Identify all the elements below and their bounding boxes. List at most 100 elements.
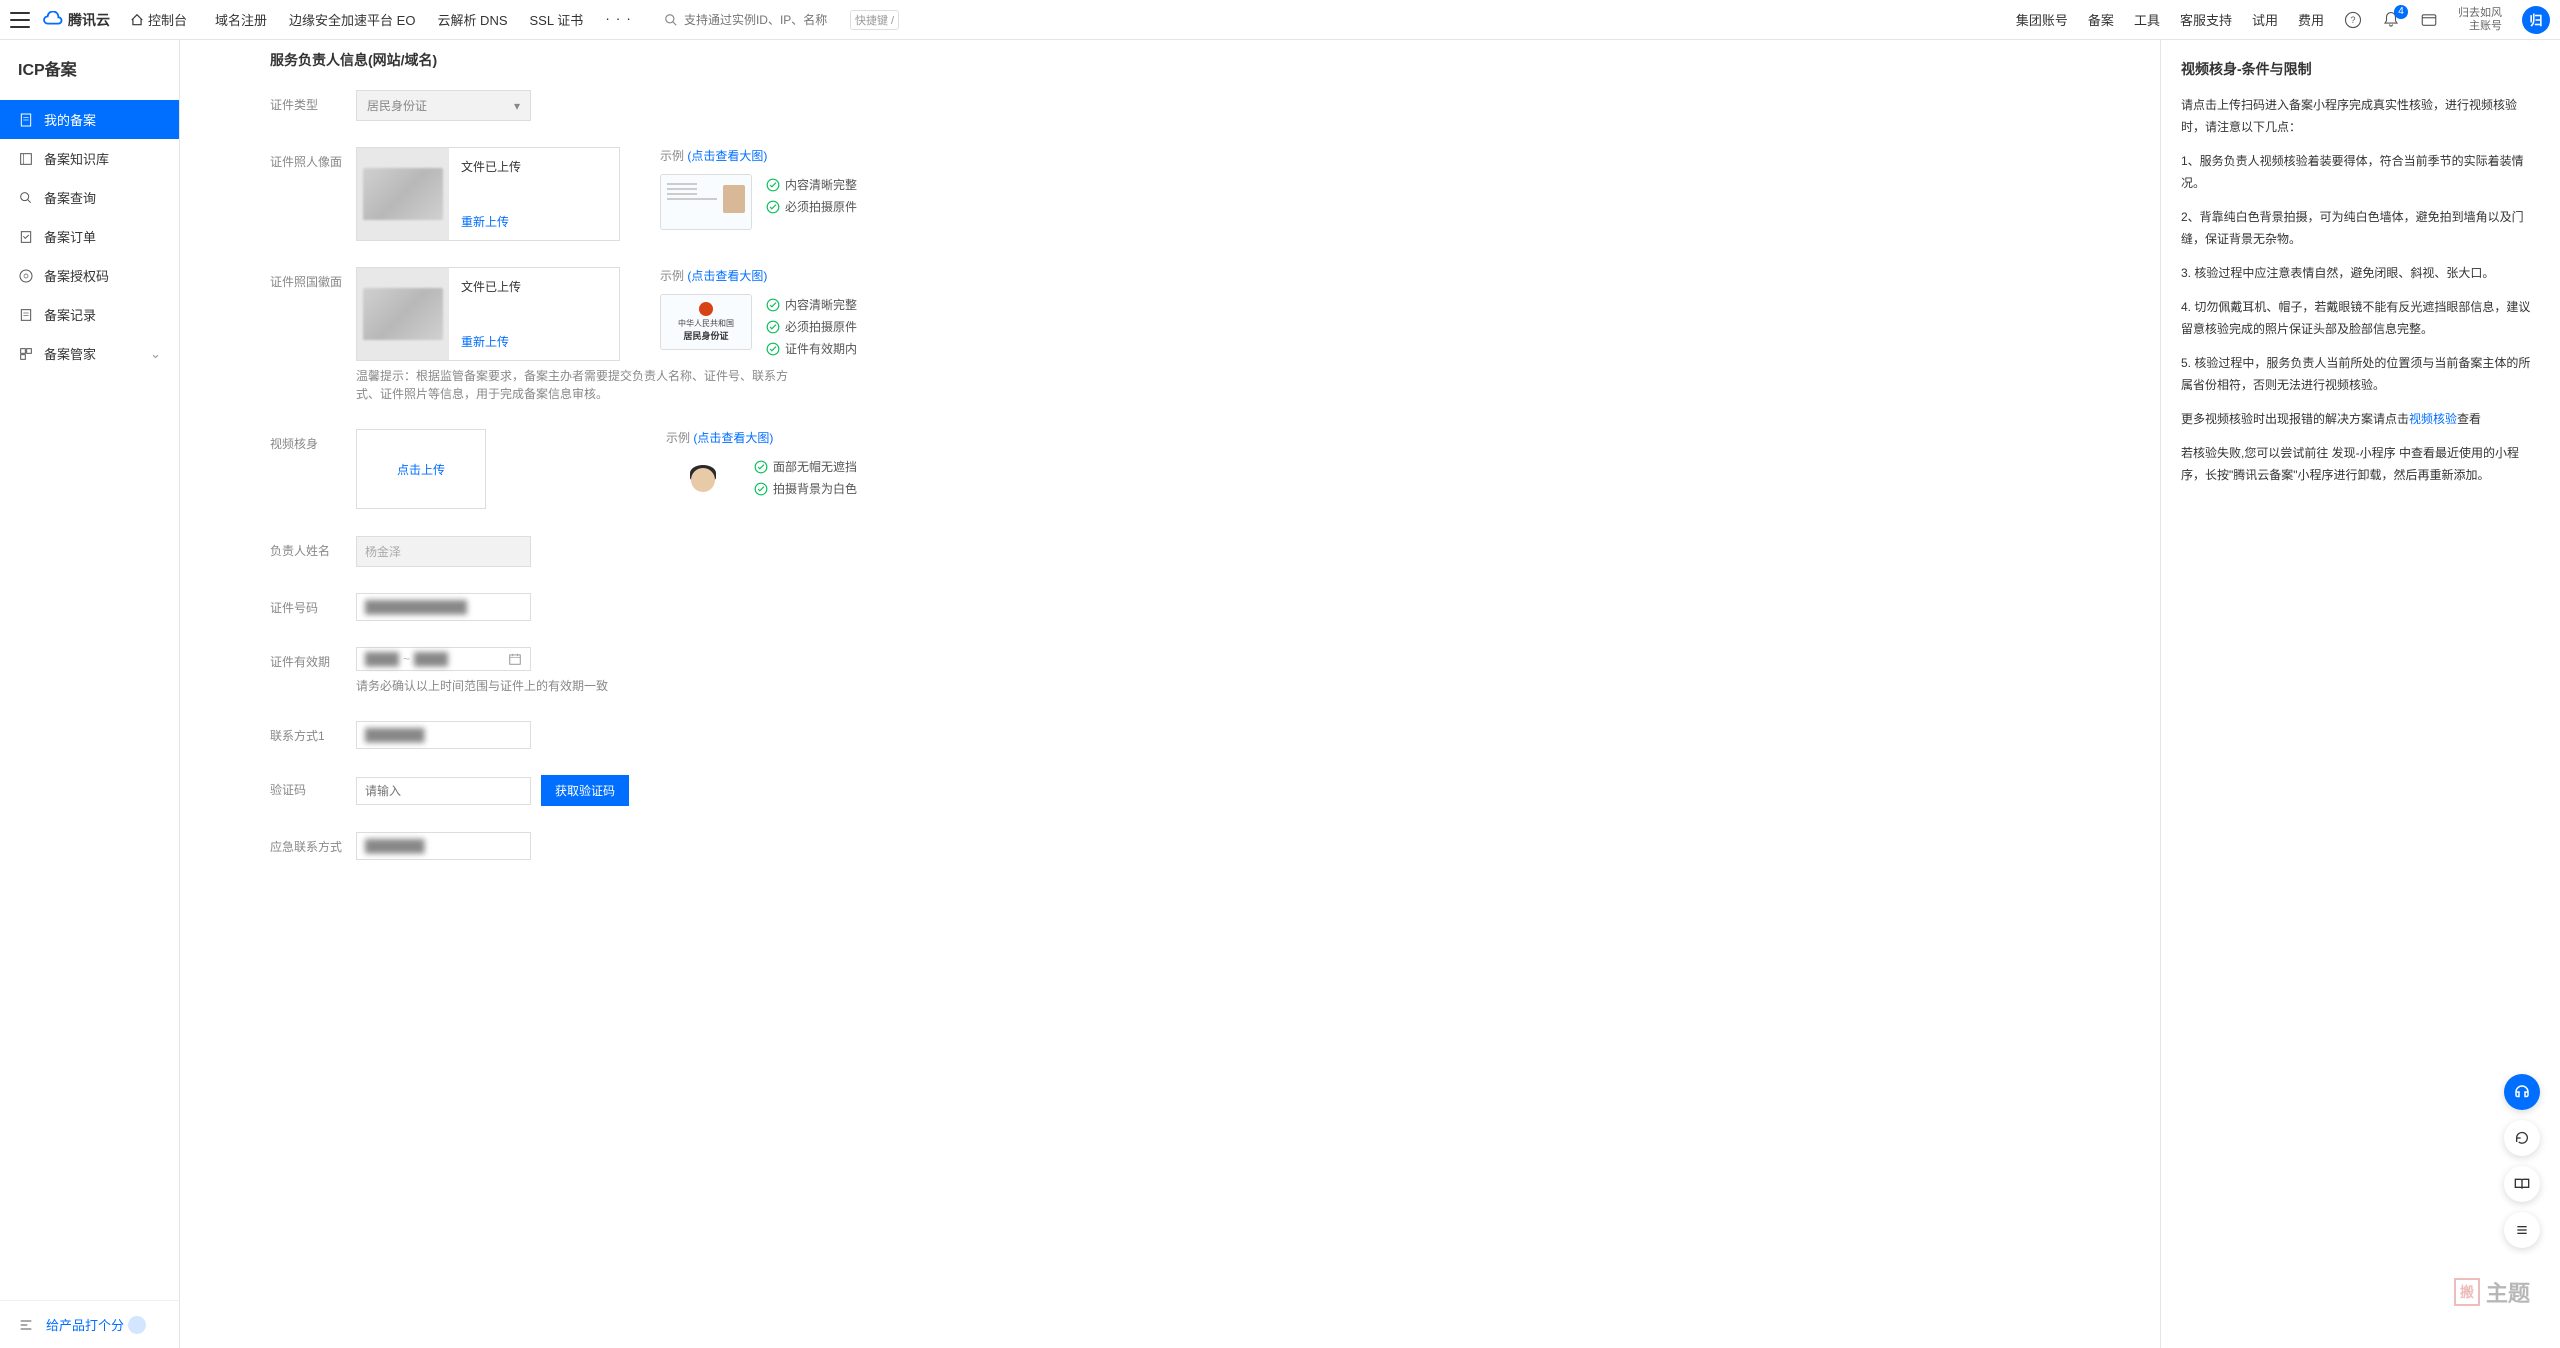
right-link[interactable]: 费用 [2298, 10, 2324, 29]
rating-badge-icon [128, 1316, 146, 1334]
video-verify-link[interactable]: 视频核验 [2409, 412, 2457, 426]
list-icon [18, 307, 34, 323]
label-video: 视频核身 [270, 429, 356, 510]
example-card-back[interactable]: 中华人民共和国 居民身份证 [660, 294, 752, 350]
date-range-input[interactable]: ████~████ [356, 647, 531, 671]
sidebar-item-auth[interactable]: 备案授权码 [0, 256, 179, 295]
rating-link[interactable]: 给产品打个分 [46, 1315, 146, 1334]
label-name: 负责人姓名 [270, 536, 356, 567]
refresh-float-btn[interactable] [2504, 1120, 2540, 1156]
right-link[interactable]: 试用 [2252, 10, 2278, 29]
example-preview-link[interactable]: (点击查看大图) [687, 149, 767, 163]
section-title: 服务负责人信息(网站/域名) [270, 50, 2130, 70]
valid-hint: 请务必确认以上时间范围与证件上的有效期一致 [356, 677, 806, 695]
check-icon [766, 342, 780, 356]
collapse-icon[interactable] [18, 1317, 34, 1333]
sidebar-item-manager[interactable]: 备案管家 ⌄ [0, 334, 179, 373]
float-buttons [2504, 1074, 2540, 1248]
id-hint: 温馨提示：根据监管备案要求，备案主办者需要提交负责人名称、证件号、联系方式、证件… [356, 367, 806, 403]
sidebar-item-records[interactable]: 备案记录 [0, 295, 179, 334]
search-input[interactable] [684, 13, 844, 27]
search-icon [18, 190, 34, 206]
emblem-icon [699, 302, 713, 316]
upload-box-front: 文件已上传 重新上传 [356, 147, 620, 241]
check-icon [754, 482, 768, 496]
book-icon [18, 151, 34, 167]
svg-text:?: ? [2350, 15, 2355, 25]
right-panel: 视频核身-条件与限制 请点击上传扫码进入备案小程序完成真实性核验，进行视频核验时… [2160, 40, 2560, 1348]
re-upload-link[interactable]: 重新上传 [461, 333, 607, 350]
console-link[interactable]: 控制台 [130, 10, 187, 29]
topbar: 腾讯云 控制台 域名注册 边缘安全加速平台 EO 云解析 DNS SSL 证书 … [0, 0, 2560, 40]
help-icon[interactable]: ? [2344, 11, 2362, 29]
sidebar-title: ICP备案 [0, 40, 179, 100]
nav-item[interactable]: 云解析 DNS [437, 10, 507, 29]
bell-icon[interactable]: 4 [2382, 11, 2400, 29]
sidebar-item-orders[interactable]: 备案订单 [0, 217, 179, 256]
brand-text: 腾讯云 [68, 10, 110, 30]
doc-no-input[interactable]: ████████████ [356, 593, 531, 621]
nav-item[interactable]: 边缘安全加速平台 EO [289, 10, 415, 29]
check-icon [754, 460, 768, 474]
panel-intro: 请点击上传扫码进入备案小程序完成真实性核验，进行视频核验时，请注意以下几点： [2181, 94, 2540, 138]
label-captcha: 验证码 [270, 775, 356, 806]
list-icon [2514, 1222, 2530, 1238]
order-icon [18, 229, 34, 245]
upload-status: 文件已上传 [461, 278, 607, 295]
example-preview-link[interactable]: (点击查看大图) [687, 269, 767, 283]
label-doc-valid: 证件有效期 [270, 647, 356, 695]
check-icon [766, 298, 780, 312]
right-link[interactable]: 备案 [2088, 10, 2114, 29]
panel-title: 视频核身-条件与限制 [2181, 58, 2540, 80]
check-icon [766, 178, 780, 192]
nav-more[interactable]: · · · [605, 10, 632, 29]
window-icon[interactable] [2420, 11, 2438, 29]
home-icon [130, 13, 144, 27]
top-right: 集团账号 备案 工具 客服支持 试用 费用 ? 4 归去如风 主账号 归 [2016, 6, 2550, 34]
search-icon [664, 13, 678, 27]
key-icon [18, 268, 34, 284]
upload-box-back: 文件已上传 重新上传 [356, 267, 620, 361]
check-list: 内容清晰完整 必须拍摄原件 [766, 174, 857, 218]
example-heading: 示例 (点击查看大图) [660, 267, 857, 284]
sidebar-item-my-filing[interactable]: 我的备案 [0, 100, 179, 139]
chevron-down-icon: ⌄ [150, 346, 161, 362]
sidebar-item-query[interactable]: 备案查询 [0, 178, 179, 217]
support-float-btn[interactable] [2504, 1074, 2540, 1110]
name-input: 杨金泽 [356, 536, 531, 567]
check-list: 面部无帽无遮挡 拍摄背景为白色 [754, 456, 857, 500]
example-card-front[interactable] [660, 174, 752, 230]
panel-p7: 若核验失败,您可以尝试前往 发现-小程序 中查看最近使用的小程序，长按"腾讯云备… [2181, 442, 2540, 486]
click-upload-link[interactable]: 点击上传 [397, 461, 445, 478]
nav-item[interactable]: 域名注册 [215, 10, 267, 29]
upload-box-video[interactable]: 点击上传 [356, 429, 486, 509]
nav-item[interactable]: SSL 证书 [530, 10, 584, 29]
docs-float-btn[interactable] [2504, 1166, 2540, 1202]
check-icon [766, 320, 780, 334]
example-video-card[interactable] [666, 456, 740, 510]
avatar[interactable]: 归 [2522, 6, 2550, 34]
right-link[interactable]: 客服支持 [2180, 10, 2232, 29]
sidebar: ICP备案 我的备案 备案知识库 备案查询 备案订单 备案授权码 备案记录 备案… [0, 40, 180, 1348]
panel-p4: 4. 切勿佩戴耳机、帽子，若戴眼镜不能有反光遮挡眼部信息，建议留意核验完成的照片… [2181, 296, 2540, 340]
right-link[interactable]: 集团账号 [2016, 10, 2068, 29]
upload-thumb[interactable] [357, 268, 449, 360]
contact1-input[interactable]: ███████ [356, 721, 531, 749]
logo[interactable]: 腾讯云 [42, 10, 110, 30]
upload-thumb[interactable] [357, 148, 449, 240]
captcha-input[interactable] [356, 777, 531, 805]
re-upload-link[interactable]: 重新上传 [461, 213, 607, 230]
bell-badge: 4 [2394, 5, 2408, 19]
label-doc-back: 证件照国徽面 [270, 267, 356, 403]
example-preview-link[interactable]: (点击查看大图) [693, 431, 773, 445]
panel-p2: 2、背靠纯白色背景拍摄，可为纯白色墙体，避免拍到墙角以及门缝，保证背景无杂物。 [2181, 206, 2540, 250]
doc-type-select[interactable]: 居民身份证 ▾ [356, 90, 531, 121]
right-link[interactable]: 工具 [2134, 10, 2160, 29]
emergency-input[interactable]: ███████ [356, 832, 531, 860]
menu-float-btn[interactable] [2504, 1212, 2540, 1248]
panel-p5: 5. 核验过程中，服务负责人当前所处的位置须与当前备案主体的所属省份相符，否则无… [2181, 352, 2540, 396]
hamburger-menu[interactable] [10, 12, 30, 28]
sidebar-item-knowledge[interactable]: 备案知识库 [0, 139, 179, 178]
get-captcha-button[interactable]: 获取验证码 [541, 775, 629, 806]
search-box[interactable] [664, 13, 844, 27]
